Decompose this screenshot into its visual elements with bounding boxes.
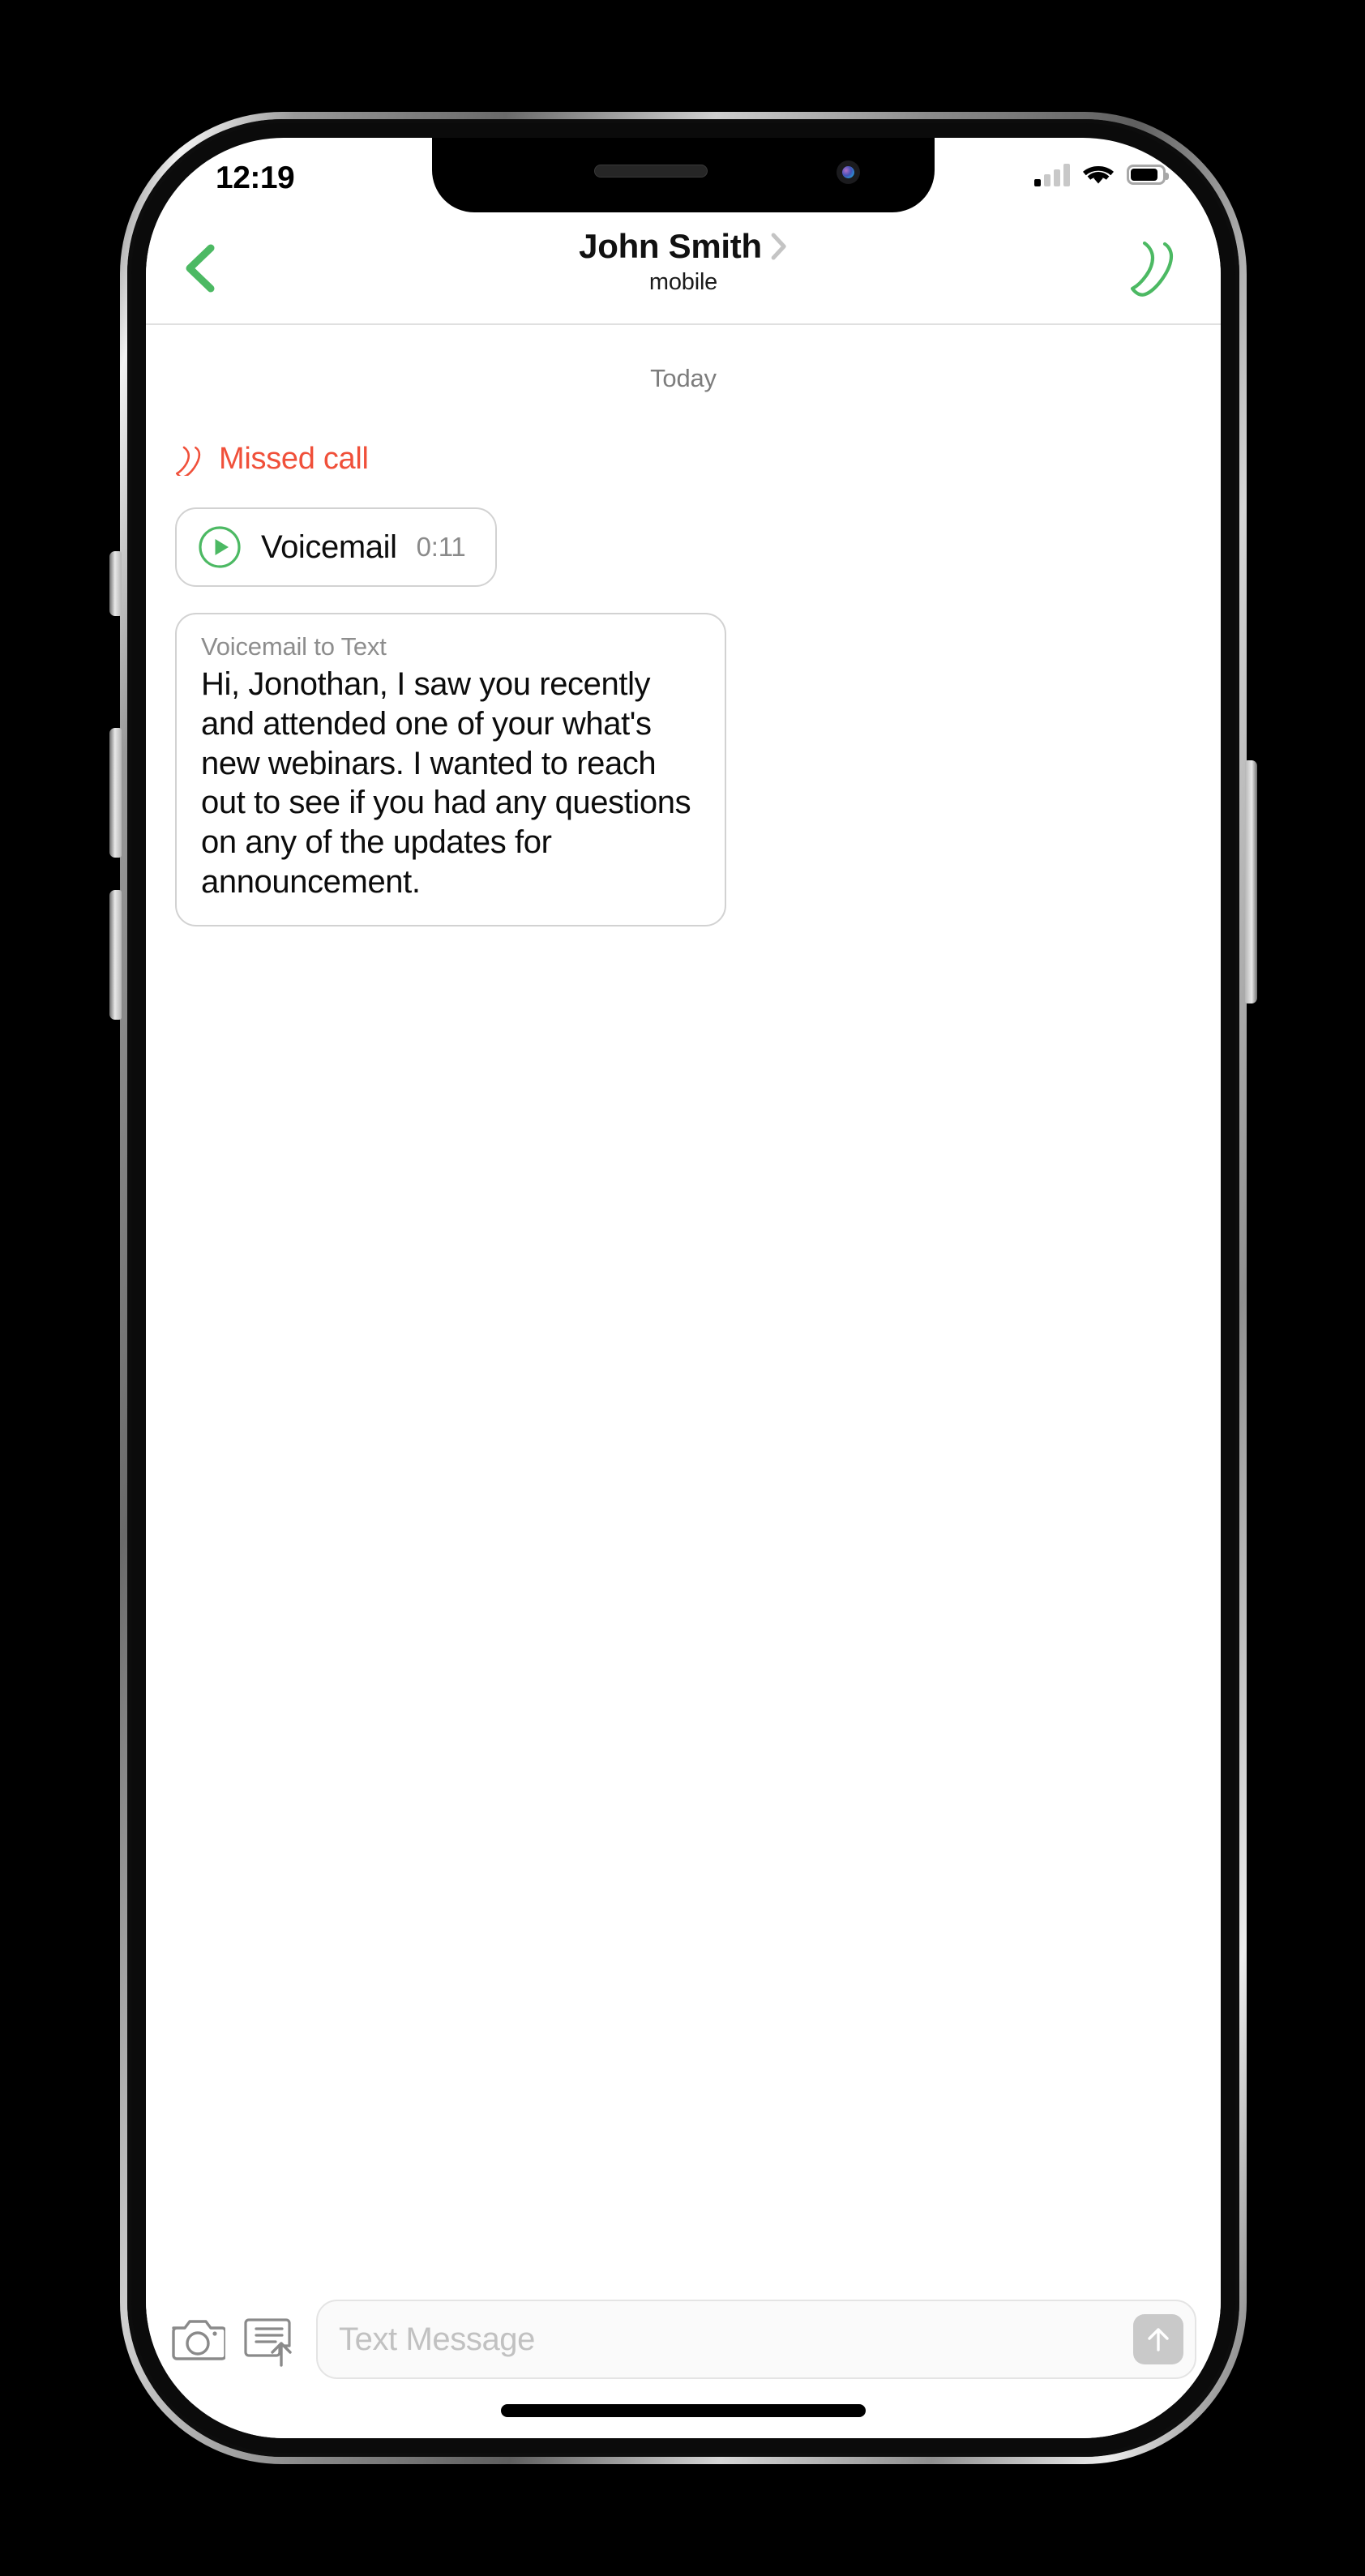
- volume-down-button[interactable]: [109, 890, 122, 1020]
- voicemail-duration: 0:11: [416, 532, 466, 562]
- phone-device: 12:19 John Smith mobile Today Missed cal…: [109, 112, 1257, 2464]
- contact-subtitle: mobile: [648, 269, 718, 295]
- text-field-placeholder: Text Message: [339, 2321, 535, 2357]
- missed-call-label: Missed call: [219, 442, 369, 476]
- device-notch: [432, 138, 935, 212]
- nav-header: John Smith mobile: [146, 212, 1221, 325]
- chevron-right-icon[interactable]: [770, 232, 788, 261]
- phone-screen: 12:19 John Smith mobile Today Missed cal…: [146, 138, 1221, 2438]
- status-time: 12:19: [216, 160, 295, 195]
- transcript-title: Voicemail to Text: [201, 632, 387, 661]
- conversation-area: Today Missed call Voicemail 0:11 Voicema…: [146, 325, 1221, 2292]
- contact-name: John Smith: [579, 227, 762, 265]
- phone-call-icon[interactable]: [1127, 237, 1190, 300]
- home-indicator-bar[interactable]: [501, 2404, 866, 2417]
- mute-switch[interactable]: [109, 551, 122, 616]
- send-button[interactable]: [1133, 2314, 1183, 2364]
- front-camera-icon: [837, 160, 860, 184]
- status-indicators: [1034, 162, 1169, 186]
- back-chevron-icon[interactable]: [173, 240, 230, 297]
- missed-call-entry: Missed call: [175, 442, 1221, 477]
- arrow-up-icon: [1148, 2328, 1169, 2351]
- voicemail-transcript-bubble[interactable]: Voicemail to Text Hi, Jonothan, I saw yo…: [175, 613, 726, 926]
- wifi-icon: [1083, 166, 1114, 184]
- battery-fill: [1131, 168, 1157, 181]
- camera-icon[interactable]: [170, 2312, 225, 2367]
- battery-icon: [1127, 164, 1169, 185]
- power-button[interactable]: [1245, 760, 1257, 1003]
- contact-header[interactable]: John Smith mobile: [579, 227, 788, 296]
- cellular-signal-icon: [1034, 162, 1070, 186]
- voicemail-bubble[interactable]: Voicemail 0:11: [175, 507, 497, 587]
- message-text-field[interactable]: Text Message: [316, 2300, 1196, 2379]
- transcript-body: Hi, Jonothan, I saw you recently and att…: [201, 666, 691, 900]
- contact-name-row: John Smith: [579, 227, 788, 266]
- volume-up-button[interactable]: [109, 728, 122, 858]
- voicemail-label: Voicemail: [261, 528, 397, 565]
- day-divider: Today: [650, 364, 717, 392]
- document-upload-icon[interactable]: [243, 2312, 298, 2367]
- missed-call-phone-icon: [176, 446, 201, 476]
- play-circle-icon[interactable]: [198, 525, 242, 569]
- speaker-grille-icon: [594, 165, 708, 178]
